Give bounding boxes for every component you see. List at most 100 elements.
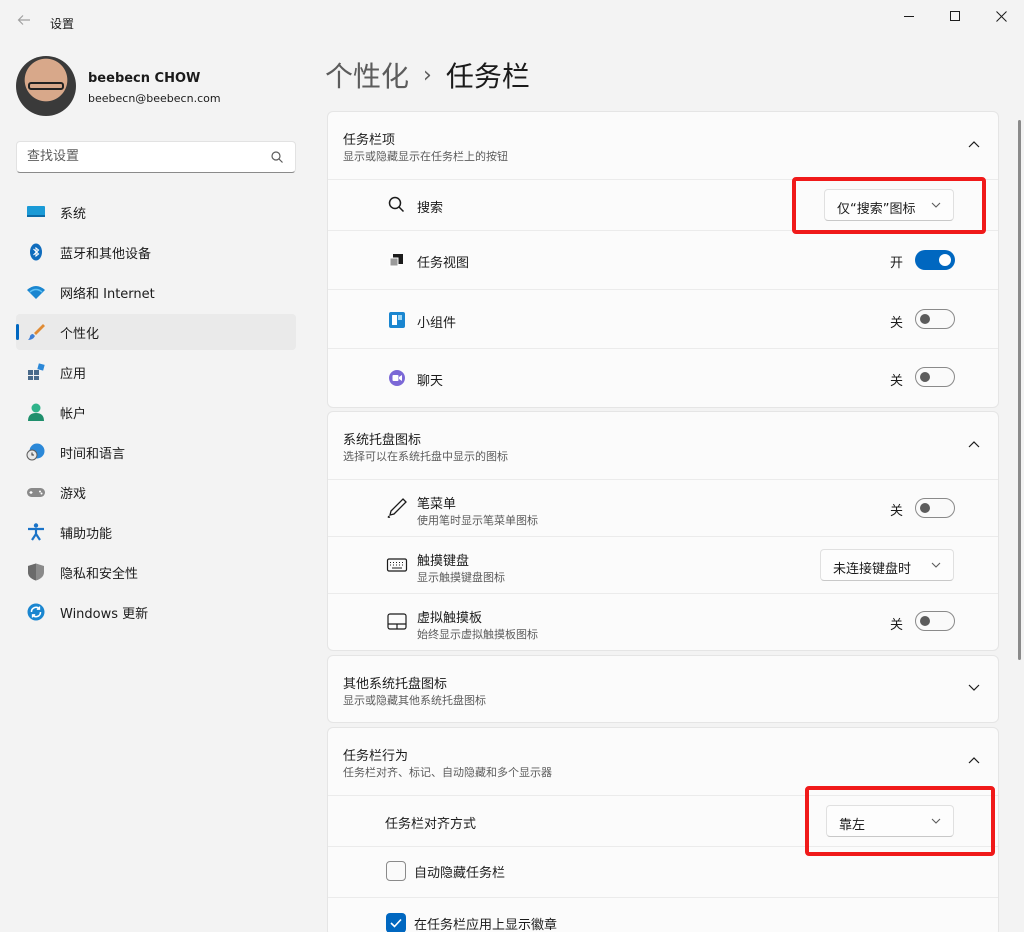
- virtual-touchpad-row: 虚拟触摸板 始终显示虚拟触摸板图标 关: [328, 593, 998, 651]
- settings-search[interactable]: [16, 141, 296, 173]
- sidebar-item-label: Windows 更新: [60, 606, 149, 622]
- sidebar-item-apps[interactable]: 应用: [16, 354, 296, 390]
- title-bar: 设置: [0, 0, 1024, 44]
- task-view-toggle[interactable]: [915, 250, 955, 270]
- virtual-touchpad-desc: 始终显示虚拟触摸板图标: [417, 628, 538, 641]
- section-title: 任务栏项: [343, 133, 396, 148]
- dropdown-value: 未连接键盘时: [833, 562, 912, 577]
- sidebar-item-label: 网络和 Internet: [60, 286, 155, 302]
- sidebar-item-windows-update[interactable]: Windows 更新: [16, 594, 296, 630]
- maximize-button[interactable]: [932, 0, 978, 32]
- sidebar-nav: 系统 蓝牙和其他设备 网络和 Internet 个性化 应用 帐户 时间和语言 …: [16, 194, 296, 634]
- section-subtitle: 任务栏对齐、标记、自动隐藏和多个显示器: [343, 766, 552, 779]
- taskbar-items-section: 任务栏项 显示或隐藏显示在任务栏上的按钮 搜索 仅“搜索”图标 任务视图 开 小…: [327, 111, 999, 408]
- virtual-touchpad-toggle[interactable]: [915, 611, 955, 631]
- chat-label: 聊天: [417, 374, 444, 389]
- taskbar-items-header[interactable]: 任务栏项 显示或隐藏显示在任务栏上的按钮: [328, 112, 998, 179]
- chevron-down-icon: [931, 562, 941, 568]
- scrollbar[interactable]: [1018, 120, 1021, 660]
- touch-keyboard-desc: 显示触摸键盘图标: [417, 571, 505, 584]
- toggle-state: 开: [889, 256, 903, 271]
- widgets-label: 小组件: [417, 316, 457, 331]
- chat-toggle[interactable]: [915, 367, 955, 387]
- alignment-label: 任务栏对齐方式: [385, 817, 477, 832]
- globe-clock-icon: [26, 443, 45, 461]
- toggle-state: 关: [889, 374, 903, 389]
- section-title: 任务栏行为: [343, 749, 409, 764]
- widgets-toggle[interactable]: [915, 309, 955, 329]
- update-icon: [27, 603, 45, 621]
- accessibility-icon: [28, 523, 44, 541]
- minimize-button[interactable]: [886, 0, 932, 32]
- section-title: 系统托盘图标: [343, 433, 422, 448]
- chevron-down-icon: [931, 818, 941, 824]
- search-input[interactable]: [27, 149, 257, 164]
- touch-keyboard-label: 触摸键盘: [417, 554, 470, 569]
- autohide-label[interactable]: 自动隐藏任务栏: [414, 862, 505, 881]
- autohide-row: 自动隐藏任务栏: [328, 846, 998, 897]
- chevron-up-icon[interactable]: [968, 756, 980, 764]
- page-title: 任务栏: [445, 60, 530, 93]
- sidebar-item-accounts[interactable]: 帐户: [16, 394, 296, 430]
- avatar[interactable]: [16, 56, 76, 116]
- chevron-up-icon[interactable]: [968, 440, 980, 448]
- back-button[interactable]: [12, 10, 36, 34]
- other-tray-header[interactable]: 其他系统托盘图标 显示或隐藏其他系统托盘图标: [328, 656, 998, 723]
- pen-menu-label: 笔菜单: [417, 497, 457, 512]
- task-view-label: 任务视图: [417, 256, 470, 271]
- search-label: 搜索: [417, 201, 444, 216]
- widgets-row: 小组件 关: [328, 289, 998, 348]
- sidebar-item-label: 时间和语言: [60, 446, 126, 462]
- breadcrumb: 个性化 › 任务栏: [325, 55, 530, 95]
- search-mode-dropdown[interactable]: 仅“搜索”图标: [824, 189, 954, 221]
- close-button[interactable]: [978, 0, 1024, 32]
- badges-label[interactable]: 在任务栏应用上显示徽章: [414, 914, 557, 932]
- pen-menu-toggle[interactable]: [915, 498, 955, 518]
- close-icon: [995, 10, 1007, 22]
- sidebar-item-time-language[interactable]: 时间和语言: [16, 434, 296, 470]
- tray-icons-header[interactable]: 系统托盘图标 选择可以在系统托盘中显示的图标: [328, 412, 998, 479]
- badges-row: 在任务栏应用上显示徽章: [328, 897, 998, 932]
- pen-menu-desc: 使用笔时显示笔菜单图标: [417, 514, 538, 527]
- other-tray-section[interactable]: 其他系统托盘图标 显示或隐藏其他系统托盘图标: [327, 655, 999, 723]
- search-icon: [388, 196, 405, 213]
- sidebar-item-label: 系统: [60, 206, 87, 222]
- touch-keyboard-dropdown[interactable]: 未连接键盘时: [820, 549, 954, 581]
- pen-icon: [387, 498, 407, 518]
- gamepad-icon: [27, 488, 45, 497]
- toggle-knob: [920, 503, 930, 513]
- user-email: beebecn@beebecn.com: [88, 92, 221, 105]
- keyboard-icon: [386, 558, 408, 572]
- task-view-row: 任务视图 开: [328, 230, 998, 289]
- apps-icon: [28, 363, 45, 380]
- breadcrumb-parent[interactable]: 个性化: [325, 55, 409, 95]
- chevron-up-icon[interactable]: [968, 140, 980, 148]
- alignment-dropdown[interactable]: 靠左: [826, 805, 954, 837]
- bluetooth-icon: [30, 243, 42, 261]
- sidebar-item-label: 蓝牙和其他设备: [60, 246, 152, 262]
- chevron-down-icon[interactable]: [968, 684, 980, 692]
- maximize-icon: [950, 11, 960, 21]
- user-name: beebecn CHOW: [88, 71, 201, 86]
- sidebar-item-label: 辅助功能: [60, 526, 113, 542]
- task-view-icon: [389, 254, 403, 267]
- sidebar-item-gaming[interactable]: 游戏: [16, 474, 296, 510]
- sidebar-item-label: 帐户: [60, 406, 87, 422]
- sidebar-item-label: 个性化: [60, 326, 100, 342]
- sidebar-item-privacy[interactable]: 隐私和安全性: [16, 554, 296, 590]
- sidebar-item-network[interactable]: 网络和 Internet: [16, 274, 296, 310]
- badges-checkbox[interactable]: [386, 913, 406, 932]
- sidebar-item-bluetooth[interactable]: 蓝牙和其他设备: [16, 234, 296, 270]
- pen-menu-row: 笔菜单 使用笔时显示笔菜单图标 关: [328, 479, 998, 536]
- taskbar-behaviors-section: 任务栏行为 任务栏对齐、标记、自动隐藏和多个显示器 任务栏对齐方式 靠左 自动隐…: [327, 727, 999, 932]
- dropdown-value: 靠左: [839, 818, 866, 833]
- sidebar-item-label: 应用: [60, 366, 87, 382]
- sidebar-item-accessibility[interactable]: 辅助功能: [16, 514, 296, 550]
- taskbar-behaviors-header[interactable]: 任务栏行为 任务栏对齐、标记、自动隐藏和多个显示器: [328, 728, 998, 795]
- arrow-left-icon: [17, 15, 30, 25]
- sidebar-item-system[interactable]: 系统: [16, 194, 296, 230]
- dropdown-value: 仅“搜索”图标: [837, 202, 916, 217]
- autohide-checkbox[interactable]: [386, 861, 406, 881]
- sidebar-item-personalization[interactable]: 个性化: [16, 314, 296, 350]
- search-icon[interactable]: [271, 151, 283, 163]
